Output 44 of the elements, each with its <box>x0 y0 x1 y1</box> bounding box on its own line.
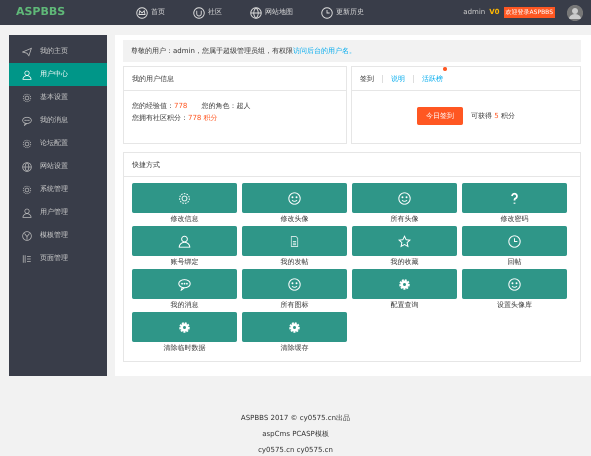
shortcut-tile[interactable] <box>132 269 237 299</box>
shortcut-tile[interactable] <box>132 226 237 256</box>
chat-icon <box>22 116 32 126</box>
crown-icon <box>136 6 148 18</box>
shortcut-tile[interactable] <box>242 312 347 342</box>
shortcut-tile[interactable] <box>242 226 347 256</box>
shortcut-tile[interactable] <box>132 312 237 342</box>
u-icon <box>193 6 205 18</box>
shortcut-tile[interactable] <box>462 226 567 256</box>
clock-icon <box>508 234 521 248</box>
globe-icon <box>250 6 262 18</box>
bars-icon <box>22 254 32 264</box>
user-icon <box>178 234 191 248</box>
gear-icon <box>22 92 32 102</box>
document-icon <box>288 234 301 248</box>
y-icon <box>22 230 32 240</box>
smiley-icon <box>288 192 301 204</box>
star-icon <box>398 234 411 248</box>
smiley-icon <box>288 278 301 290</box>
gear-icon <box>398 278 411 290</box>
globe-icon <box>22 162 32 172</box>
user-icon <box>22 70 32 80</box>
shortcut-tile[interactable] <box>242 269 347 299</box>
gear-icon <box>22 138 32 148</box>
clock-icon <box>321 6 333 18</box>
shortcut-tile[interactable] <box>242 183 347 213</box>
shortcut-tile[interactable] <box>352 183 457 213</box>
smiley-icon <box>508 278 521 290</box>
gear-icon <box>178 192 191 204</box>
chat-icon <box>178 278 191 290</box>
user-icon <box>22 208 32 218</box>
avatar[interactable] <box>567 4 583 20</box>
shortcut-tile[interactable] <box>352 269 457 299</box>
send-icon <box>22 46 32 56</box>
smiley-icon <box>398 192 411 204</box>
gear-icon <box>22 184 32 194</box>
logo[interactable]: ASPBBS <box>16 4 121 21</box>
question-icon <box>508 192 521 204</box>
shortcut-tile[interactable] <box>462 183 567 213</box>
gear-icon <box>178 320 191 334</box>
shortcut-tile[interactable] <box>352 226 457 256</box>
gear-icon <box>288 320 301 334</box>
shortcut-tile[interactable] <box>132 183 237 213</box>
shortcut-tile[interactable] <box>462 269 567 299</box>
